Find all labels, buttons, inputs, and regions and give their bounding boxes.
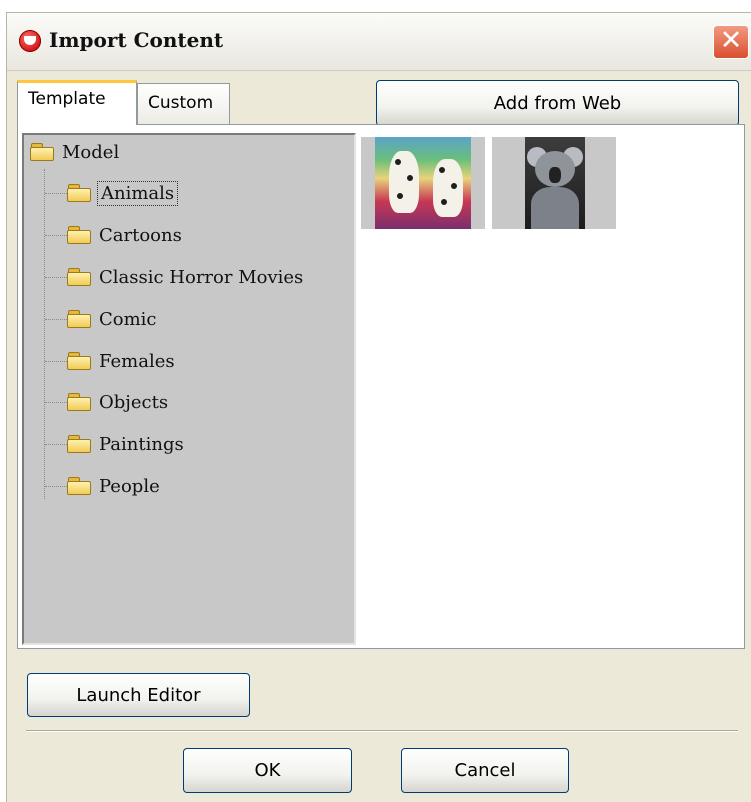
ok-button[interactable]: OK xyxy=(183,748,352,793)
folder-icon xyxy=(67,184,93,202)
koala-image xyxy=(525,137,585,229)
tree-branch xyxy=(45,235,67,236)
dalmatian-puppies-image xyxy=(375,137,471,229)
tree-branch xyxy=(45,361,67,362)
tree-item-comic[interactable]: Comic xyxy=(67,304,157,334)
tree-item-label: Paintings xyxy=(99,433,184,455)
footer-divider xyxy=(26,730,738,732)
tree-root-label: Model xyxy=(62,141,120,163)
folder-icon xyxy=(67,268,93,286)
tree-branch xyxy=(45,444,67,445)
tree-branch xyxy=(45,277,67,278)
title-bar[interactable]: Import Content ✕ xyxy=(7,13,751,71)
tab-template-label: Template xyxy=(28,89,106,109)
tree-item-animals[interactable]: Animals xyxy=(67,178,179,208)
folder-icon xyxy=(30,143,56,161)
tree-item-people[interactable]: People xyxy=(67,471,160,501)
tree-item-label: Objects xyxy=(99,391,169,413)
tree-item-label: Classic Horror Movies xyxy=(99,266,304,288)
thumbnail-dalmatians[interactable] xyxy=(361,137,485,229)
tree-root-model[interactable]: Model xyxy=(30,137,119,167)
folder-icon xyxy=(67,226,93,244)
folder-icon xyxy=(67,435,93,453)
tree-item-label: Females xyxy=(99,350,175,372)
tree-item-label: Cartoons xyxy=(99,224,182,246)
tree-item-label: Comic xyxy=(99,308,157,330)
add-from-web-button[interactable]: Add from Web xyxy=(376,80,739,126)
launch-editor-button[interactable]: Launch Editor xyxy=(27,673,250,717)
tree-item-objects[interactable]: Objects xyxy=(67,387,168,417)
folder-icon xyxy=(67,477,93,495)
app-logo-icon xyxy=(19,30,41,52)
folder-icon xyxy=(67,393,93,411)
category-tree[interactable]: Model Animals Cartoons Classic Horror Mo… xyxy=(22,133,356,645)
dialog-title: Import Content xyxy=(49,28,224,52)
tree-guide-line xyxy=(44,169,45,499)
tab-custom[interactable]: Custom xyxy=(137,83,230,125)
tree-item-label: People xyxy=(99,475,160,497)
tab-custom-label: Custom xyxy=(148,93,214,113)
cancel-button[interactable]: Cancel xyxy=(401,748,569,793)
close-button[interactable]: ✕ xyxy=(713,25,749,59)
tree-item-paintings[interactable]: Paintings xyxy=(67,429,184,459)
close-icon: ✕ xyxy=(719,25,743,56)
tree-item-cartoons[interactable]: Cartoons xyxy=(67,220,182,250)
tree-branch xyxy=(45,193,67,194)
tree-item-classic-horror-movies[interactable]: Classic Horror Movies xyxy=(67,262,303,292)
folder-icon xyxy=(67,310,93,328)
thumbnail-koala[interactable] xyxy=(492,137,616,229)
folder-icon xyxy=(67,352,93,370)
tree-branch xyxy=(45,402,67,403)
tab-template[interactable]: Template xyxy=(17,80,137,125)
tree-item-label: Animals xyxy=(96,180,179,206)
tree-branch xyxy=(45,486,67,487)
tree-item-females[interactable]: Females xyxy=(67,346,175,376)
tree-branch xyxy=(45,319,67,320)
